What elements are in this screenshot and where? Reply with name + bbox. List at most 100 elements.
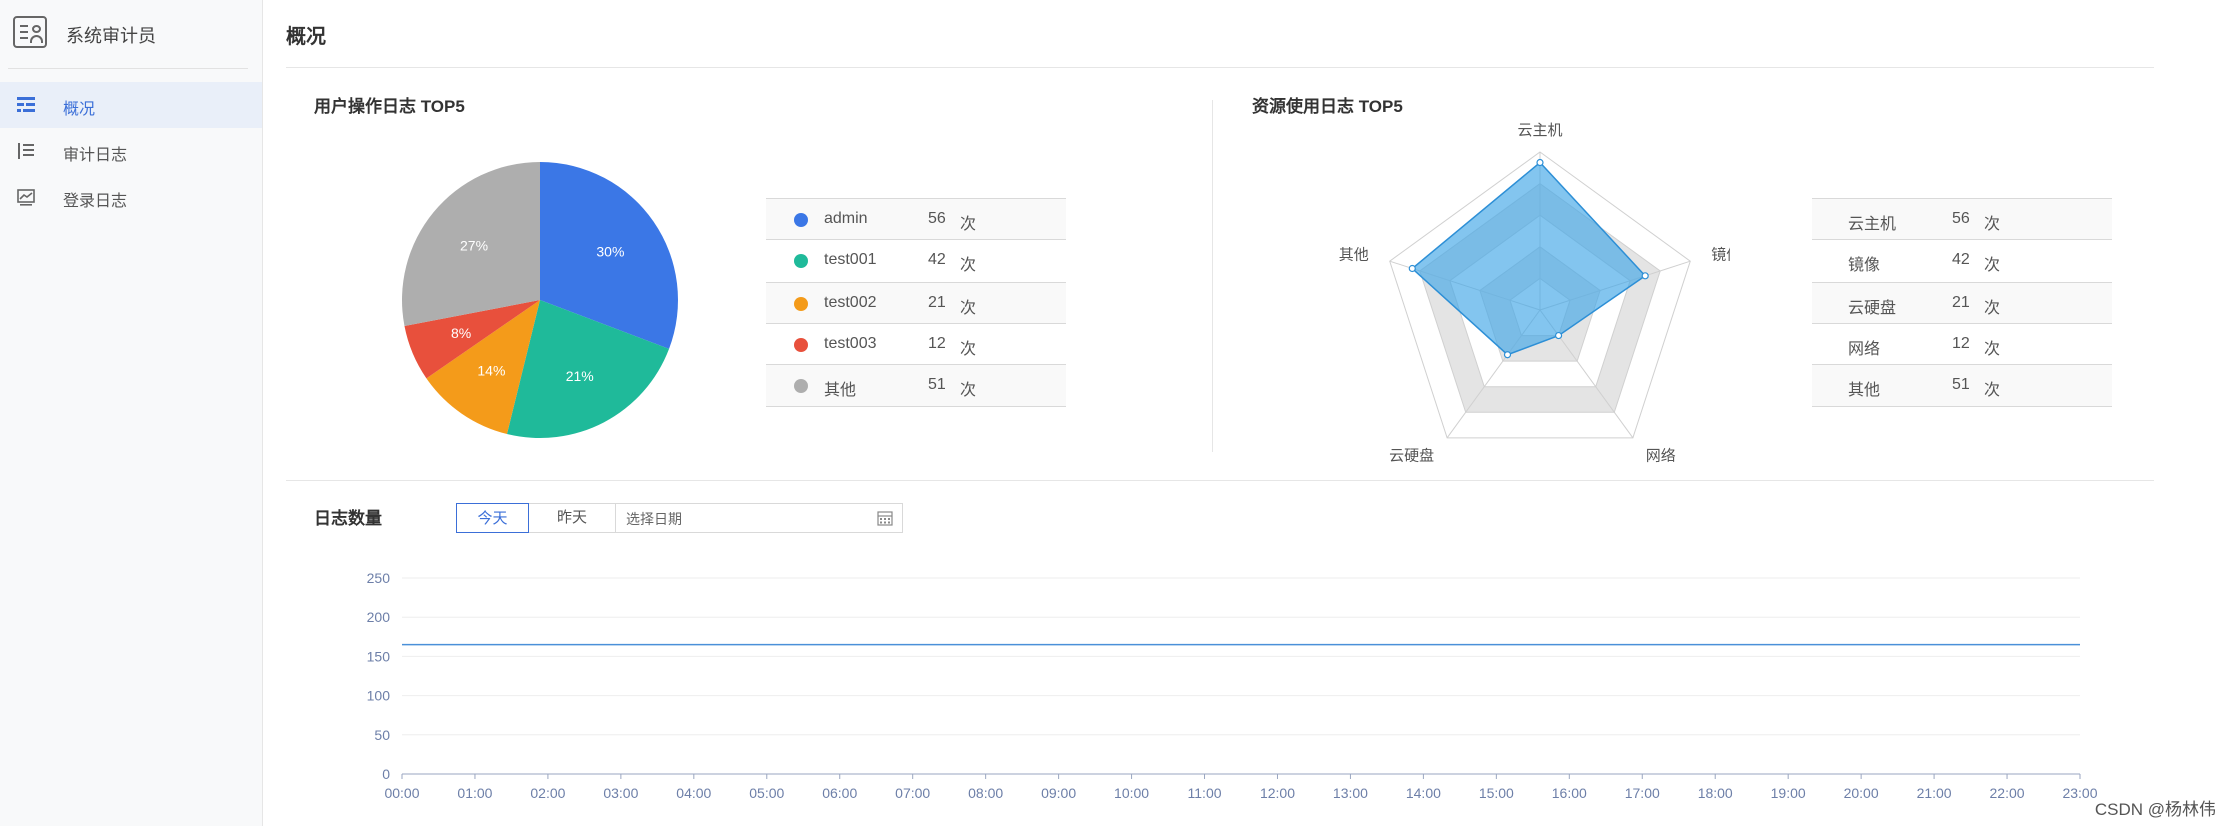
legend-value: 21 bbox=[1952, 294, 1970, 311]
pie-slice-label: 30% bbox=[596, 243, 624, 259]
sidebar-item-audit-log[interactable]: 审计日志 bbox=[0, 128, 262, 174]
legend-unit: 次 bbox=[1984, 257, 2001, 274]
x-tick-label: 15:00 bbox=[1479, 785, 1514, 801]
legend-row: test001 42 次 bbox=[766, 239, 1066, 281]
legend-row: 云硬盘 21 次 bbox=[1812, 282, 2112, 324]
legend-row: 其他 51 次 bbox=[1812, 364, 2112, 407]
legend-name: 镜像 bbox=[1848, 257, 1881, 274]
legend-value: 56 bbox=[928, 210, 946, 227]
user-log-title: 用户操作日志 TOP5 bbox=[314, 97, 465, 116]
radar-data-point bbox=[1554, 331, 1563, 340]
x-tick-label: 10:00 bbox=[1114, 785, 1149, 801]
legend-unit: 次 bbox=[960, 257, 977, 274]
legend-row: 其他 51 次 bbox=[766, 364, 1066, 407]
x-tick-label: 09:00 bbox=[1041, 785, 1076, 801]
resource-log-radar-chart: 云主机镜像网络 云硬盘 其他 bbox=[1339, 122, 1730, 465]
legend-row: test003 12 次 bbox=[766, 323, 1066, 365]
pie-slice-label: 8% bbox=[451, 325, 471, 341]
page-title: 概况 bbox=[286, 26, 326, 48]
sidebar-item-label: 概况 bbox=[63, 101, 96, 118]
legend-dot bbox=[794, 338, 808, 352]
log-count-line-chart: 0 50 100 150 200 250 00:00 01:00 02:00 03:00 04:00… bbox=[367, 570, 2098, 801]
pie-slice-label: 14% bbox=[477, 362, 505, 378]
radar-axis-label: 云主机 bbox=[1517, 122, 1562, 139]
x-tick-label: 17:00 bbox=[1625, 785, 1660, 801]
x-tick-label: 08:00 bbox=[968, 785, 1003, 801]
legend-row: 网络 12 次 bbox=[1812, 323, 2112, 365]
legend-name: test003 bbox=[824, 335, 877, 352]
legend-row: 镜像 42 次 bbox=[1812, 239, 2112, 281]
pie-slice-label: 27% bbox=[460, 238, 488, 254]
x-tick-label: 03:00 bbox=[603, 785, 638, 801]
legend-value: 12 bbox=[1952, 335, 1970, 352]
radar-data-point bbox=[1641, 272, 1649, 280]
sidebar-title: 系统审计员 bbox=[66, 26, 156, 46]
radar-axis-label: 云硬盘 bbox=[1389, 447, 1434, 465]
y-tick-label: 150 bbox=[367, 648, 391, 664]
legend-unit: 次 bbox=[960, 382, 977, 399]
x-tick-label: 22:00 bbox=[1990, 785, 2025, 801]
calendar-icon[interactable] bbox=[877, 510, 893, 526]
x-tick-label: 14:00 bbox=[1406, 785, 1441, 801]
legend-name: test002 bbox=[824, 294, 877, 311]
today-button[interactable]: 今天 bbox=[456, 503, 529, 533]
y-tick-label: 100 bbox=[367, 688, 391, 704]
dashboard-icon bbox=[17, 97, 35, 112]
x-tick-label: 05:00 bbox=[749, 785, 784, 801]
sidebar-item-label: 审计日志 bbox=[63, 147, 128, 164]
y-tick-label: 250 bbox=[367, 570, 391, 586]
date-picker-input[interactable] bbox=[616, 504, 888, 534]
radar-axis-label: 其他 bbox=[1339, 246, 1369, 263]
x-tick-label: 06:00 bbox=[822, 785, 857, 801]
legend-name: admin bbox=[824, 210, 868, 227]
legend-dot bbox=[794, 213, 808, 227]
legend-row: 云主机 56 次 bbox=[1812, 198, 2112, 240]
x-tick-label: 11:00 bbox=[1188, 785, 1222, 801]
x-tick-label: 04:00 bbox=[676, 785, 711, 801]
user-log-pie-chart: 30% 21% 14% 8% 27% bbox=[402, 162, 678, 438]
y-tick-label: 200 bbox=[367, 609, 391, 625]
legend-name: 其他 bbox=[824, 382, 857, 399]
sidebar-item-label: 登录日志 bbox=[63, 193, 128, 210]
radar-data-point bbox=[1408, 264, 1416, 273]
x-tick-label: 07:00 bbox=[895, 785, 930, 801]
sidebar-item-overview[interactable]: 概况 bbox=[0, 82, 262, 128]
legend-value: 51 bbox=[1952, 376, 1970, 393]
legend-unit: 次 bbox=[1984, 300, 2001, 317]
legend-unit: 次 bbox=[960, 216, 977, 233]
legend-dot bbox=[794, 379, 808, 393]
legend-dot bbox=[794, 254, 808, 268]
radar-axis-label: 网络 bbox=[1646, 448, 1676, 465]
legend-value: 56 bbox=[1952, 210, 1970, 227]
x-tick-label: 01:00 bbox=[457, 785, 492, 801]
legend-row: admin 56 次 bbox=[766, 198, 1066, 240]
legend-name: 云硬盘 bbox=[1848, 300, 1897, 317]
chart-icon bbox=[17, 189, 35, 206]
legend-unit: 次 bbox=[960, 341, 977, 358]
legend-value: 21 bbox=[928, 294, 946, 311]
legend-value: 42 bbox=[928, 251, 946, 268]
pie-slice-label: 21% bbox=[566, 368, 594, 384]
legend-row: test002 21 次 bbox=[766, 282, 1066, 324]
x-tick-label: 18:00 bbox=[1698, 785, 1733, 801]
radar-data-point bbox=[1503, 351, 1512, 359]
radar-data-point bbox=[1536, 158, 1544, 167]
auditor-logo-icon bbox=[13, 16, 47, 48]
radar-axis-label: 镜像 bbox=[1711, 245, 1730, 263]
x-tick-label: 20:00 bbox=[1844, 785, 1879, 801]
watermark: CSDN @杨林伟 bbox=[2094, 800, 2216, 819]
x-tick-label: 13:00 bbox=[1333, 785, 1368, 801]
legend-name: 其他 bbox=[1848, 382, 1881, 399]
sidebar-item-login-log[interactable]: 登录日志 bbox=[0, 174, 262, 220]
sidebar: 系统审计员 概况 审计日志 登录日志 bbox=[0, 0, 263, 826]
yesterday-button[interactable]: 昨天 bbox=[529, 503, 616, 533]
legend-name: test001 bbox=[824, 251, 877, 268]
sidebar-header: 系统审计员 bbox=[8, 0, 248, 69]
legend-dot bbox=[794, 297, 808, 311]
x-tick-label: 00:00 bbox=[384, 785, 419, 801]
legend-value: 51 bbox=[928, 376, 946, 393]
legend-value: 42 bbox=[1952, 251, 1970, 268]
x-tick-label: 02:00 bbox=[530, 785, 565, 801]
x-tick-label: 21:00 bbox=[1917, 785, 1952, 801]
legend-unit: 次 bbox=[1984, 341, 2001, 358]
